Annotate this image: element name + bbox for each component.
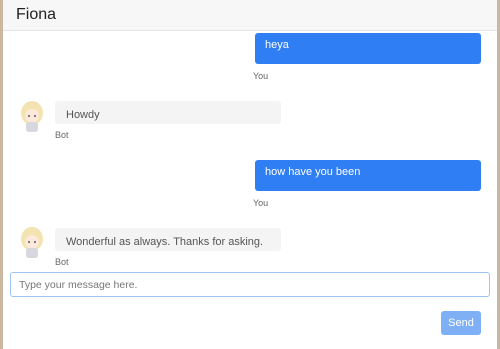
message-input[interactable] [10,272,490,297]
user-message: how have you been [255,160,481,191]
sender-label: Bot [55,130,69,140]
message-text: Howdy [66,109,100,121]
user-message: heya [255,33,481,64]
message-text: how have you been [265,166,361,178]
message-text: Wonderful as always. Thanks for asking. [66,236,264,248]
bot-message: Howdy [55,101,281,124]
chat-window: Fiona heya You Howdy Bot how have you be… [0,0,500,349]
bot-avatar-icon [21,227,43,258]
sender-label: You [253,198,269,208]
bot-avatar-icon [21,101,43,132]
chat-title: Fiona [16,6,57,23]
bot-message: Wonderful as always. Thanks for asking. [55,228,281,251]
send-button[interactable]: Send [441,311,481,335]
message-text: heya [265,39,289,51]
sender-label: You [253,71,269,81]
chat-header: Fiona [3,0,497,31]
sender-label: Bot [55,257,69,267]
